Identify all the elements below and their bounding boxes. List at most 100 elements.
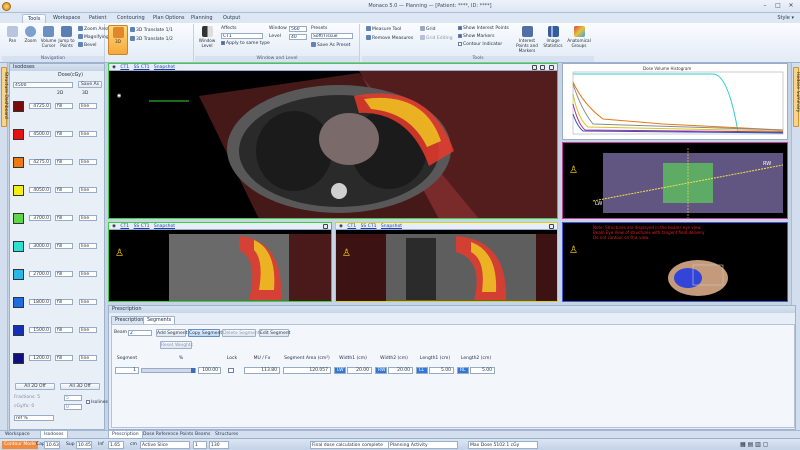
tab-prescription[interactable]: Prescription bbox=[111, 316, 148, 324]
style-menu[interactable]: Style ▾ bbox=[777, 14, 794, 23]
grid-button[interactable]: Grid bbox=[420, 26, 435, 32]
isodose-value-input[interactable]: 4725.0 bbox=[29, 103, 51, 109]
isodose-value-input[interactable]: 1500.0 bbox=[29, 327, 51, 333]
remove-measures-button[interactable]: Remove Measures bbox=[366, 35, 413, 41]
isodose-color-swatch[interactable] bbox=[13, 213, 24, 224]
isodose-summary-tab[interactable]: Isodose Summary bbox=[793, 67, 800, 127]
structure-dashboard-tab[interactable]: Structure Dashboard bbox=[1, 67, 8, 127]
ref-select[interactable]: ref % bbox=[14, 415, 54, 421]
3d-render[interactable]: ♙ bbox=[563, 223, 788, 302]
isolines-checkbox[interactable]: Isolines bbox=[86, 400, 108, 406]
isodose-value-input[interactable]: 2700.0 bbox=[29, 271, 51, 277]
isodose-value-input[interactable]: 3000.0 bbox=[29, 243, 51, 249]
show-interest-points-checkbox[interactable]: Show Interest Points bbox=[458, 26, 509, 32]
3d-translate-2-button[interactable]: 3D Translate 1/2 bbox=[130, 36, 173, 42]
structure-set-link[interactable]: SS CT1 bbox=[361, 224, 377, 229]
isodose-color-swatch[interactable] bbox=[13, 325, 24, 336]
isodose-3d-select[interactable]: line bbox=[79, 243, 97, 249]
affects-select[interactable]: CT1 bbox=[221, 33, 263, 39]
isodose-3d-select[interactable]: line bbox=[79, 131, 97, 137]
bev-image[interactable]: RW LW ♙ bbox=[563, 143, 788, 219]
lock-checkbox[interactable] bbox=[228, 368, 234, 373]
isodose-color-swatch[interactable] bbox=[13, 185, 24, 196]
save-as-button[interactable]: Save As bbox=[78, 81, 102, 88]
isodose-3d-select[interactable]: line bbox=[79, 103, 97, 109]
all-2d-off-button[interactable]: All 2D Off bbox=[15, 383, 55, 390]
isodose-2d-select[interactable]: fill bbox=[55, 271, 73, 277]
isodose-2d-select[interactable]: fill bbox=[55, 243, 73, 249]
isodose-value-input[interactable]: 1200.0 bbox=[29, 355, 51, 361]
window-input[interactable]: 560 bbox=[289, 26, 307, 32]
isodose-value-input[interactable]: 3700.0 bbox=[29, 215, 51, 221]
tab-plan-options[interactable]: Plan Options bbox=[148, 14, 190, 23]
isodose-row[interactable]: 1500.0 fill line bbox=[13, 323, 103, 339]
reset-weights-button[interactable]: Reset Weights bbox=[160, 341, 193, 349]
isodose-2d-select[interactable]: fill bbox=[55, 299, 73, 305]
tab-workspace[interactable]: Workspace bbox=[48, 14, 85, 23]
dvh-view[interactable]: Dose Volume Histogram bbox=[562, 63, 788, 140]
isodose-value-input[interactable]: 4500.0 bbox=[29, 131, 51, 137]
isodose-2d-select[interactable]: fill bbox=[55, 159, 73, 165]
isodose-3d-select[interactable]: line bbox=[79, 327, 97, 333]
cap-value[interactable]: 10.63 bbox=[44, 441, 60, 449]
sup-value[interactable]: 10.45 bbox=[76, 441, 92, 449]
tab-patient[interactable]: Patient bbox=[84, 14, 111, 23]
pan-button[interactable]: Pan bbox=[4, 25, 21, 55]
cgy-fx-input[interactable]: 0 bbox=[64, 404, 82, 410]
isodose-2d-select[interactable]: fill bbox=[55, 103, 73, 109]
tab-contouring[interactable]: Contouring bbox=[112, 14, 150, 23]
tab-output[interactable]: Output bbox=[218, 14, 245, 23]
isodose-2d-select[interactable]: fill bbox=[55, 215, 73, 221]
isodose-value-input[interactable]: 4050.0 bbox=[29, 187, 51, 193]
contour-mode-indicator[interactable]: Contour Mode bbox=[2, 441, 38, 449]
sagittal-image[interactable]: ♙ bbox=[109, 230, 332, 302]
isodose-3d-select[interactable]: line bbox=[79, 159, 97, 165]
view-toggle-icon[interactable]: ◉ bbox=[112, 224, 116, 229]
isodose-3d-select[interactable]: line bbox=[79, 355, 97, 361]
isodose-row[interactable]: 1800.0 fill line bbox=[13, 295, 103, 311]
segment-number-cell[interactable]: 1 bbox=[115, 367, 139, 374]
beam-select[interactable]: 2 bbox=[128, 330, 152, 336]
maximize-button[interactable]: □ bbox=[773, 2, 783, 10]
isodose-row[interactable]: 4500.0 fill line bbox=[13, 127, 103, 143]
isodose-color-swatch[interactable] bbox=[13, 101, 24, 112]
close-button[interactable]: ✕ bbox=[786, 2, 796, 10]
3d-view[interactable]: Note: Structures are displayed in the be… bbox=[562, 222, 788, 302]
dataset-link[interactable]: CT1 bbox=[120, 224, 129, 229]
isodose-3d-select[interactable]: line bbox=[79, 215, 97, 221]
3d-button[interactable]: 3D bbox=[108, 25, 128, 55]
slice-input[interactable]: 1 bbox=[193, 441, 207, 449]
isodose-3d-select[interactable]: line bbox=[79, 271, 97, 277]
isodose-row[interactable]: 4050.0 fill line bbox=[13, 183, 103, 199]
isodose-row[interactable]: 3700.0 fill line bbox=[13, 211, 103, 227]
fractions-input[interactable]: 5 bbox=[64, 395, 82, 401]
expand-view-icon[interactable] bbox=[549, 65, 554, 70]
image-statistics-button[interactable]: Image Statistics bbox=[542, 25, 564, 55]
isodose-2d-select[interactable]: fill bbox=[55, 327, 73, 333]
layout-icons[interactable]: ▦ ▤ ▥ ▢ bbox=[740, 441, 768, 449]
dataset-link[interactable]: CT1 bbox=[347, 224, 356, 229]
tab-planning[interactable]: Planning bbox=[186, 14, 218, 23]
dataset-link[interactable]: CT1 bbox=[120, 65, 129, 70]
isodose-2d-select[interactable]: fill bbox=[55, 355, 73, 361]
app-menu-orb[interactable] bbox=[2, 2, 11, 11]
isodose-color-swatch[interactable] bbox=[13, 353, 24, 364]
zoom-button[interactable]: Zoom bbox=[22, 25, 39, 55]
isodose-value-input[interactable]: 1800.0 bbox=[29, 299, 51, 305]
show-markers-checkbox[interactable]: Show Markers bbox=[458, 34, 494, 40]
percent-slider[interactable] bbox=[141, 368, 196, 373]
3d-translate-1-button[interactable]: 3D Translate 1/1 bbox=[130, 27, 173, 33]
delete-segment-button[interactable]: Delete Segment bbox=[222, 329, 259, 337]
zoom-area-button[interactable]: Zoom Area bbox=[78, 26, 109, 32]
sagittal-view[interactable]: ◉ CT1 SS CT1 Snapshot ♙ bbox=[108, 222, 332, 302]
snapshot-link[interactable]: Snapshot bbox=[154, 224, 175, 229]
coronal-view[interactable]: ◉ CT1 SS CT1 Snapshot ♙ bbox=[335, 222, 558, 302]
isodose-value-input[interactable]: 4275.0 bbox=[29, 159, 51, 165]
percent-cell[interactable]: 100.00 bbox=[198, 367, 221, 374]
tab-tools[interactable]: Tools bbox=[22, 14, 47, 23]
mu-fx-cell[interactable]: 113.80 bbox=[244, 367, 280, 374]
edit-segment-button[interactable]: Edit Segment bbox=[259, 329, 290, 337]
window-level-button[interactable]: Window Level bbox=[197, 25, 217, 55]
isodose-2d-select[interactable]: fill bbox=[55, 187, 73, 193]
all-3d-off-button[interactable]: All 3D Off bbox=[60, 383, 100, 390]
